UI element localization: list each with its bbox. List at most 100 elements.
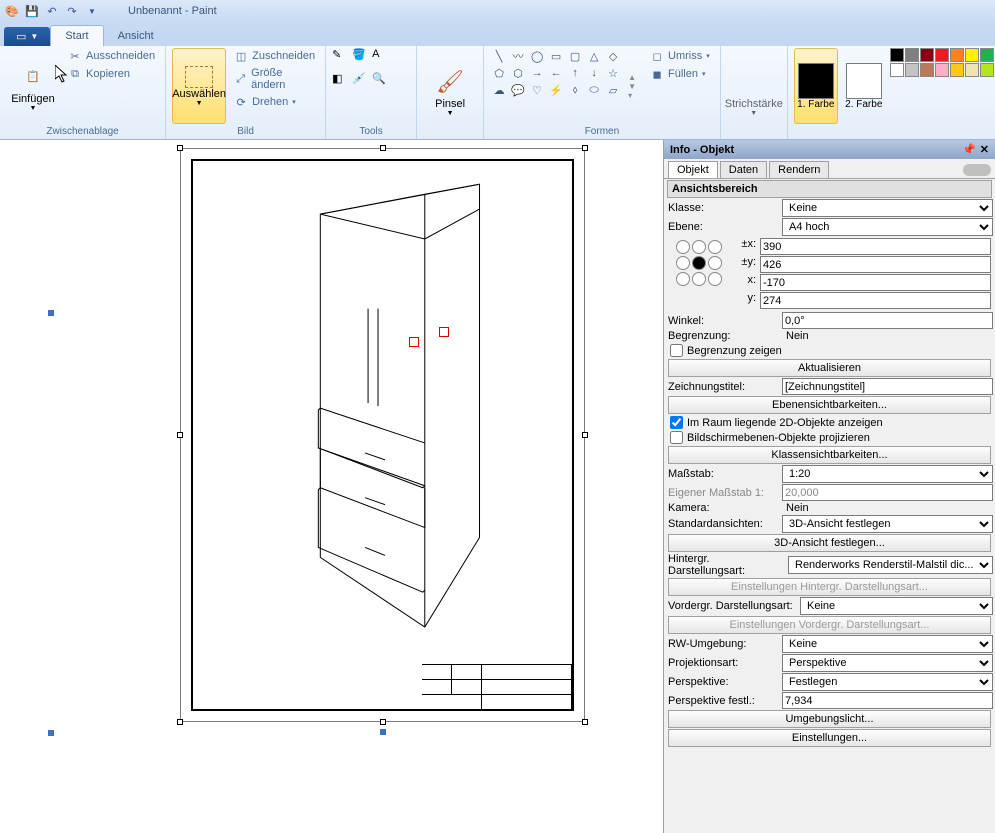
anchor-diagram[interactable] [676,240,726,286]
shape-gallery[interactable]: ╲〰◯▭▢△◇ ⬠⬡→←↑↓☆ ☁💬♡⚡⬨⬭▱ [490,48,622,124]
undo-icon[interactable]: ↶ [44,3,60,19]
massstab-select[interactable]: 1:20 [782,465,993,483]
tab-objekt[interactable]: Objekt [668,161,718,178]
gallery-down-icon[interactable]: ▼ [628,82,636,91]
canvas-area[interactable] [0,140,663,833]
color-swatch[interactable] [950,48,964,62]
resize-button[interactable]: ⤢Größe ändern [230,66,319,92]
ebene-select[interactable]: A4 hoch [782,218,993,236]
color-swatch[interactable] [950,63,964,77]
select-button[interactable]: Auswählen ▼ [172,48,226,124]
color-swatch[interactable] [905,48,919,62]
vordergr-select[interactable]: Keine [800,597,993,615]
color-swatch[interactable] [890,63,904,77]
stroke-width-button[interactable]: Strichstärke ▼ [727,48,781,135]
drawing-page [180,148,585,722]
color-swatch[interactable] [920,48,934,62]
persp-select[interactable]: Festlegen [782,673,993,691]
color-swatch[interactable] [935,48,949,62]
color-swatch[interactable] [965,48,979,62]
selection-handle[interactable] [48,730,54,736]
ebenensicht-button[interactable]: Ebenensichtbarkeiten... [668,396,991,414]
chevron-down-icon: ▼ [447,110,454,117]
tab-daten[interactable]: Daten [720,161,767,178]
group-colors: 1. Farbe 2. Farbe Farben [788,46,995,139]
umgebungslicht-button[interactable]: Umgebungslicht... [668,710,991,728]
color-swatch[interactable] [980,48,994,62]
klasse-select[interactable]: Keine [782,199,993,217]
color-swatch[interactable] [890,48,904,62]
gallery-up-icon[interactable]: ▲ [628,73,636,82]
group-image: Auswählen ▼ ◫Zuschneiden ⤢Größe ändern ⟳… [166,46,326,139]
hintergr-select[interactable]: Renderworks Renderstil-Malstil dic... [788,556,993,574]
gallery-more-icon[interactable]: ▾ [628,91,636,100]
eraser-icon[interactable]: ◧ [332,72,350,94]
panel-toggle[interactable] [963,164,991,176]
begrenzung-zeigen-checkbox[interactable] [670,344,683,357]
copy-button[interactable]: ⧉Kopieren [64,66,159,82]
proj-select[interactable]: Perspektive [782,654,993,672]
color1-button[interactable]: 1. Farbe [794,48,838,124]
pencil-icon[interactable]: ✎ [332,48,350,70]
redo-icon[interactable]: ↷ [64,3,80,19]
aktualisieren-button[interactable]: Aktualisieren [668,359,991,377]
magnifier-icon[interactable]: 🔍 [372,72,390,94]
einstellungen-button[interactable]: Einstellungen... [668,729,991,747]
tab-view[interactable]: Ansicht [104,26,168,46]
x-input[interactable] [760,274,991,291]
group-label-shapes: Formen [490,124,714,139]
outline-button[interactable]: ◻Umriss▾ [646,48,714,64]
color-swatch[interactable] [965,63,979,77]
workspace: Info - Objekt 📌✕ Objekt Daten Rendern An… [0,140,995,833]
clipboard-icon: 📋 [17,61,49,93]
color-swatch[interactable] [980,63,994,77]
text-icon[interactable]: A [372,48,390,70]
qat-dropdown-icon[interactable]: ▼ [84,3,100,19]
bildschirm-checkbox[interactable] [670,431,683,444]
ribbon: 📋 Einfügen ▼ ✂Ausschneiden ⧉Kopieren Zwi… [0,46,995,140]
crop-button[interactable]: ◫Zuschneiden [230,48,319,64]
info-panel: Info - Objekt 📌✕ Objekt Daten Rendern An… [663,140,995,833]
paste-button[interactable]: 📋 Einfügen ▼ [6,48,60,124]
selection-handle[interactable] [380,729,386,735]
rotate-icon: ⟳ [234,95,248,109]
color-swatch[interactable] [920,63,934,77]
close-icon[interactable]: ✕ [980,143,989,156]
color-swatch[interactable] [935,63,949,77]
info-panel-title: Info - Objekt 📌✕ [664,140,995,159]
bucket-icon[interactable]: 🪣 [352,48,370,70]
selection-handle[interactable] [48,310,54,316]
fill-button[interactable]: ◼Füllen▾ [646,66,714,82]
d3-button[interactable]: 3D-Ansicht festlegen... [668,534,991,552]
raum2d-checkbox[interactable] [670,416,683,429]
rw-select[interactable]: Keine [782,635,993,653]
winkel-input[interactable] [782,312,993,329]
save-icon[interactable]: 💾 [24,3,40,19]
klassensicht-button[interactable]: Klassensichtbarkeiten... [668,446,991,464]
vordergr-settings-button: Einstellungen Vordergr. Darstellungsart.… [668,616,991,634]
quick-access-toolbar: 🎨 💾 ↶ ↷ ▼ [4,3,100,19]
tab-start[interactable]: Start [50,25,103,46]
pin-icon[interactable]: 📌 [962,143,976,156]
chevron-down-icon: ▼ [30,105,37,112]
picker-icon[interactable]: 💉 [352,72,370,94]
color-swatch[interactable] [905,63,919,77]
zeichentitel-input[interactable] [782,378,993,395]
dx-input[interactable] [760,238,991,255]
color-palette[interactable] [890,48,995,124]
dy-input[interactable] [760,256,991,273]
window-title: Unbenannt - Paint [128,5,217,17]
stdansicht-select[interactable]: 3D-Ansicht festlegen [782,515,993,533]
tab-rendern[interactable]: Rendern [769,161,829,178]
file-menu-button[interactable]: ▭▼ [4,27,50,46]
marker-square [409,337,419,347]
outline-icon: ◻ [650,49,664,63]
app-icon: 🎨 [4,3,20,19]
perspf-input[interactable] [782,692,993,709]
color2-button[interactable]: 2. Farbe [842,48,886,124]
brush-button[interactable]: 🖌 Pinsel ▼ [423,48,477,135]
rotate-button[interactable]: ⟳Drehen▾ [230,94,319,110]
cut-button[interactable]: ✂Ausschneiden [64,48,159,64]
y-input[interactable] [760,292,991,309]
info-body: Ansichtsbereich Klasse:Keine Ebene:A4 ho… [664,179,995,833]
